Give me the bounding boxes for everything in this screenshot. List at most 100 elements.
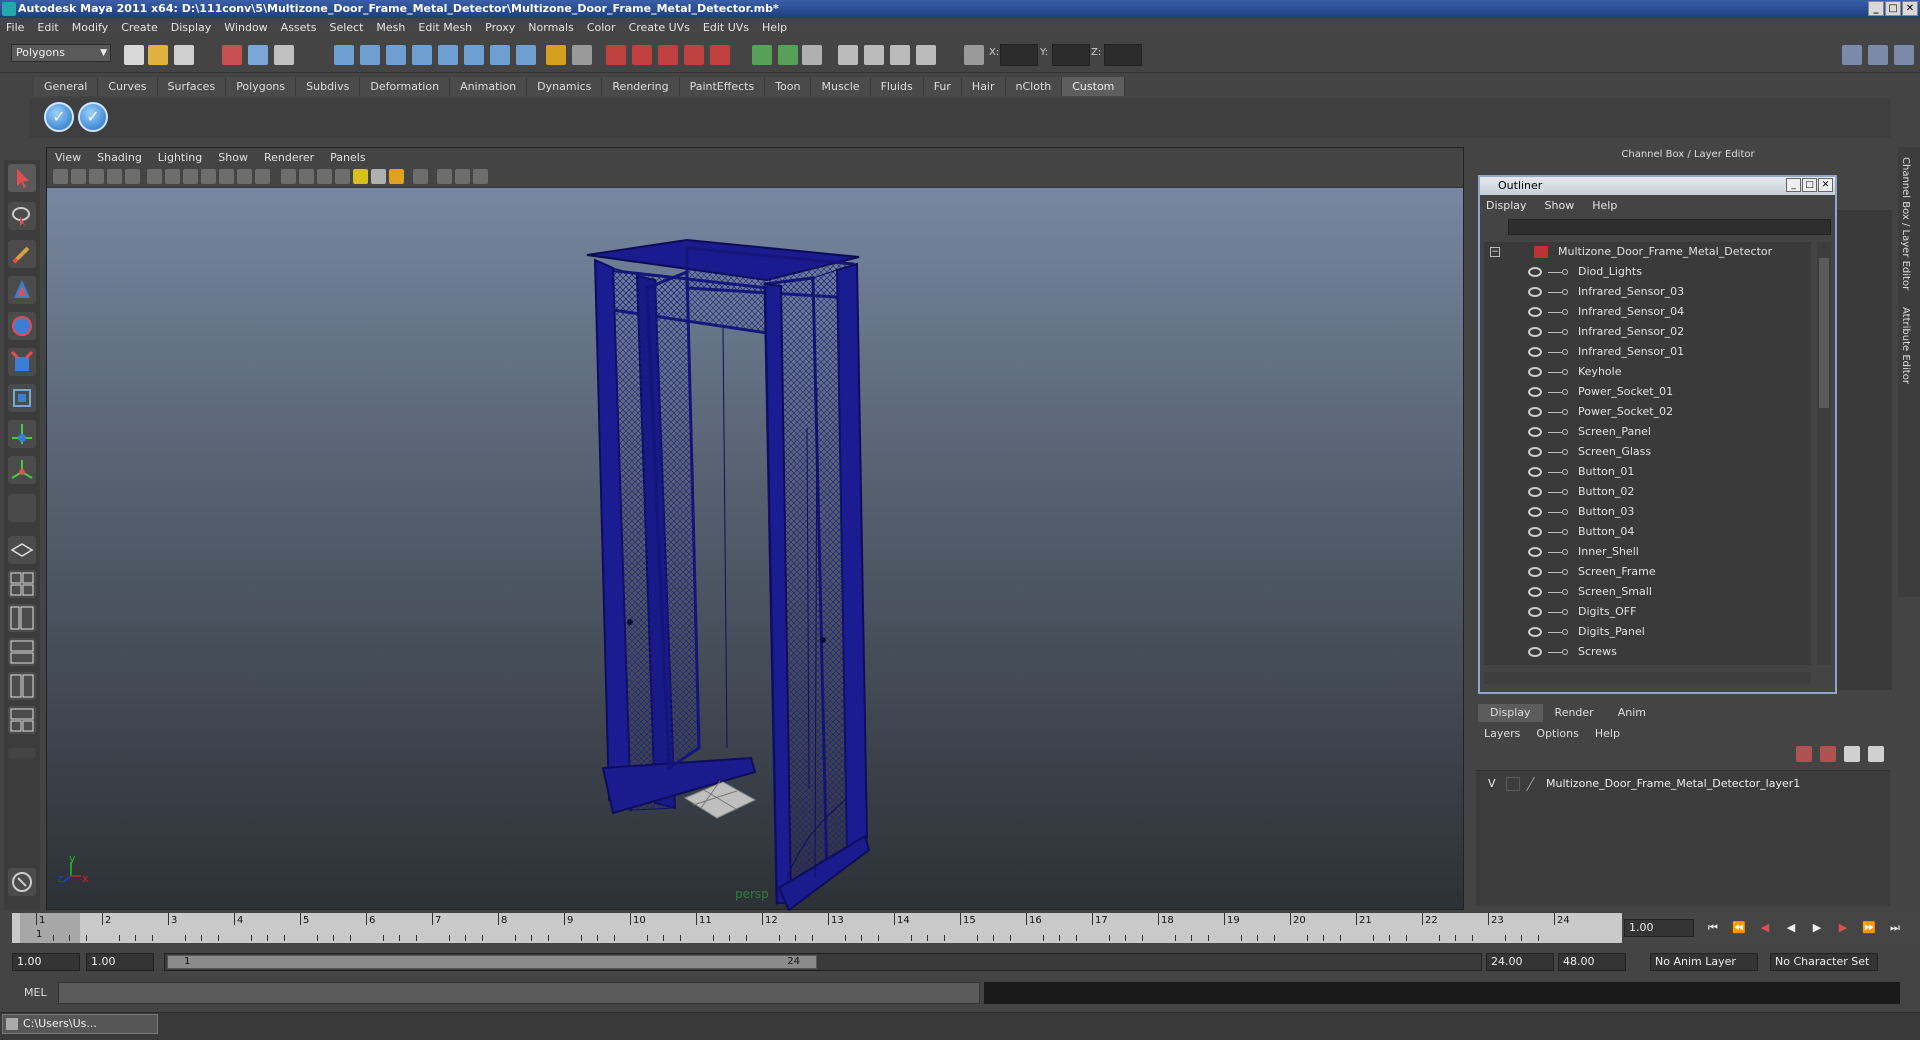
single-pane-layout-icon[interactable] xyxy=(8,536,36,564)
list-item[interactable]: Power_Socket_01 xyxy=(1484,382,1811,402)
output-line-icon[interactable] xyxy=(778,45,798,65)
outliner-persp-layout-icon[interactable] xyxy=(8,604,36,632)
show-manipulator-icon[interactable] xyxy=(8,456,36,484)
viewport-menu-show[interactable]: Show xyxy=(218,151,248,164)
tab-hair[interactable]: Hair xyxy=(961,77,1006,96)
step-forward-frame-icon[interactable]: ▶ xyxy=(1834,921,1852,937)
batch-render-icon[interactable] xyxy=(890,45,910,65)
toolbox-collapse-icon[interactable] xyxy=(8,748,36,758)
menu-edit-mesh[interactable]: Edit Mesh xyxy=(418,21,472,34)
move-layer-up-icon[interactable] xyxy=(1796,746,1812,762)
high-quality-icon[interactable] xyxy=(389,169,404,184)
tab-painteffects[interactable]: PaintEffects xyxy=(679,77,766,96)
lock-icon[interactable] xyxy=(546,45,566,65)
side-tab-attribute-editor[interactable]: Attribute Editor xyxy=(1900,307,1911,384)
tab-animation[interactable]: Animation xyxy=(450,77,528,96)
checkmark-icon[interactable]: ✓ xyxy=(44,102,74,132)
list-item[interactable]: Button_01 xyxy=(1484,462,1811,482)
menu-file[interactable]: File xyxy=(6,21,24,34)
list-item[interactable]: Button_04 xyxy=(1484,522,1811,542)
viewport-menu-shading[interactable]: Shading xyxy=(97,151,142,164)
list-item[interactable]: Inner_Shell xyxy=(1484,542,1811,562)
history-icon[interactable] xyxy=(802,45,822,65)
scrollbar-thumb[interactable] xyxy=(1819,258,1829,408)
playback-start-field[interactable]: 1.00 xyxy=(86,953,154,971)
mode-selector[interactable]: Polygons ▼ xyxy=(11,44,111,62)
y-field[interactable] xyxy=(1052,44,1090,66)
paint-select-tool-icon[interactable] xyxy=(8,240,36,268)
snap-surface-icon[interactable] xyxy=(438,45,458,65)
list-item[interactable]: Infrared_Sensor_01 xyxy=(1484,342,1811,362)
new-layer-icon[interactable] xyxy=(1844,746,1860,762)
new-layer-from-selected-icon[interactable] xyxy=(1868,746,1884,762)
tab-toon[interactable]: Toon xyxy=(765,77,812,96)
tab-anim[interactable]: Anim xyxy=(1606,704,1658,722)
snap-grid-icon[interactable] xyxy=(334,45,354,65)
minimize-button[interactable]: _ xyxy=(1868,1,1884,16)
grid-icon[interactable] xyxy=(147,169,162,184)
menu-assets[interactable]: Assets xyxy=(281,21,317,34)
outliner-maximize-button[interactable]: □ xyxy=(1802,178,1817,192)
safe-action-icon[interactable] xyxy=(237,169,252,184)
range-slider-thumb[interactable]: 1 24 xyxy=(167,955,817,969)
safe-title-icon[interactable] xyxy=(255,169,270,184)
list-item[interactable]: Digits_OFF xyxy=(1484,602,1811,622)
collapse-icon[interactable]: − xyxy=(1490,247,1500,257)
snap-vertex-icon[interactable] xyxy=(464,45,484,65)
transform-mode-icon[interactable] xyxy=(964,45,984,65)
gate-mask-icon[interactable] xyxy=(201,169,216,184)
rotate-tool-icon[interactable] xyxy=(8,312,36,340)
menu-modify[interactable]: Modify xyxy=(72,21,108,34)
perspective-viewport[interactable]: View Shading Lighting Show Renderer Pane… xyxy=(46,147,1464,911)
move-layer-down-icon[interactable] xyxy=(1820,746,1836,762)
menu-color[interactable]: Color xyxy=(587,21,616,34)
layer-visibility-toggle[interactable]: V xyxy=(1488,775,1496,793)
lasso-tool-icon[interactable] xyxy=(8,202,36,230)
textured-icon[interactable] xyxy=(335,169,350,184)
two-d-pan-icon[interactable] xyxy=(125,169,140,184)
input-line-icon[interactable] xyxy=(752,45,772,65)
x-field[interactable] xyxy=(1000,44,1038,66)
menu-display[interactable]: Display xyxy=(171,21,212,34)
snap-point-icon[interactable] xyxy=(386,45,406,65)
animation-end-field[interactable]: 48.00 xyxy=(1558,953,1626,971)
viewport-menu-lighting[interactable]: Lighting xyxy=(158,151,202,164)
uv-layout-icon[interactable] xyxy=(8,706,36,734)
checkmark-icon[interactable]: ✓ xyxy=(78,102,108,132)
shadows-icon[interactable] xyxy=(371,169,386,184)
isolate-select-icon[interactable] xyxy=(413,169,428,184)
scale-tool-icon[interactable] xyxy=(8,348,36,376)
layer-row[interactable]: V Multizone_Door_Frame_Metal_Detector_la… xyxy=(1476,775,1890,793)
pause-render-icon[interactable] xyxy=(916,45,936,65)
bookmark-icon[interactable] xyxy=(89,169,104,184)
go-to-end-icon[interactable]: ⏭ xyxy=(1886,921,1904,937)
step-forward-key-icon[interactable]: ⏩ xyxy=(1860,921,1878,937)
outliner-close-button[interactable]: ✕ xyxy=(1818,178,1833,192)
side-tab-channel-box[interactable]: Channel Box / Layer Editor xyxy=(1900,157,1911,290)
show-channel-box-icon[interactable] xyxy=(1894,45,1914,65)
list-item[interactable]: Screen_Panel xyxy=(1484,422,1811,442)
menu-window[interactable]: Window xyxy=(224,21,267,34)
ipr-render-icon[interactable] xyxy=(658,45,678,65)
hypershade-icon[interactable] xyxy=(710,45,730,65)
anim-layer-dropdown[interactable]: No Anim Layer xyxy=(1650,953,1758,971)
list-item[interactable]: Power_Socket_02 xyxy=(1484,402,1811,422)
hypershade-layout-icon[interactable] xyxy=(8,672,36,700)
outliner-menu-display[interactable]: Display xyxy=(1486,199,1527,212)
select-object-icon[interactable] xyxy=(248,45,268,65)
xray-components-icon[interactable] xyxy=(473,169,488,184)
last-tool-icon[interactable] xyxy=(8,494,36,522)
xray-joints-icon[interactable] xyxy=(455,169,470,184)
outliner-horizontal-scrollbar[interactable] xyxy=(1484,672,1811,684)
menu-edit-uvs[interactable]: Edit UVs xyxy=(703,21,749,34)
menu-create-uvs[interactable]: Create UVs xyxy=(629,21,690,34)
menu-select[interactable]: Select xyxy=(329,21,363,34)
manipulator-tool-icon[interactable] xyxy=(8,384,36,412)
open-scene-icon[interactable] xyxy=(148,45,168,65)
step-back-frame-icon[interactable]: ◀ xyxy=(1756,921,1774,937)
list-item[interactable]: Button_03 xyxy=(1484,502,1811,522)
camera-attributes-icon[interactable] xyxy=(71,169,86,184)
list-item[interactable]: Digits_Panel xyxy=(1484,622,1811,642)
time-slider[interactable]: 1 1 2 3 4 5 6 7 8 9 10 11 12 13 14 15 16 17 18 19 20 21 22 23 2… xyxy=(12,913,1622,943)
list-item[interactable]: Keyhole xyxy=(1484,362,1811,382)
